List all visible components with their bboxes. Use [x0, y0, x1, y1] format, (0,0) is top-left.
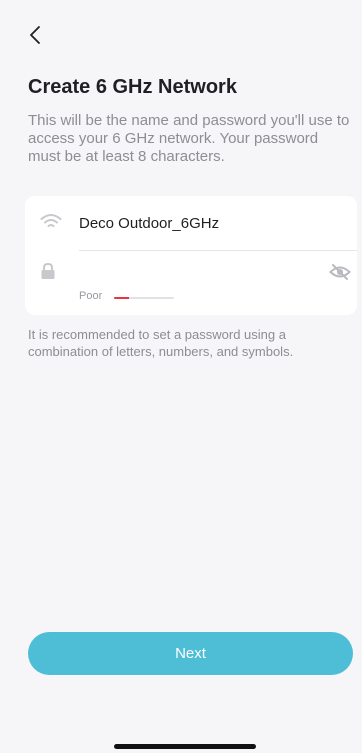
page-title: Create 6 GHz Network [28, 76, 237, 98]
network-form-card: Poor [25, 196, 357, 315]
password-strength-label: Poor [79, 290, 103, 302]
next-button[interactable]: Next [28, 632, 353, 675]
password-strength-fill [114, 297, 129, 299]
password-strength-meter [114, 297, 174, 299]
wifi-icon [40, 214, 62, 227]
lock-icon [41, 262, 55, 279]
password-hint: It is recommended to set a password usin… [28, 327, 294, 359]
page-description: This will be the name and password you'l… [28, 112, 350, 165]
password-input[interactable] [79, 260, 309, 282]
back-button[interactable] [22, 22, 48, 48]
field-divider [79, 250, 357, 251]
chevron-left-icon [30, 26, 40, 44]
home-indicator [114, 744, 256, 749]
eye-off-icon[interactable] [329, 263, 351, 281]
ssid-input[interactable] [79, 211, 329, 235]
ssid-row [25, 196, 357, 250]
